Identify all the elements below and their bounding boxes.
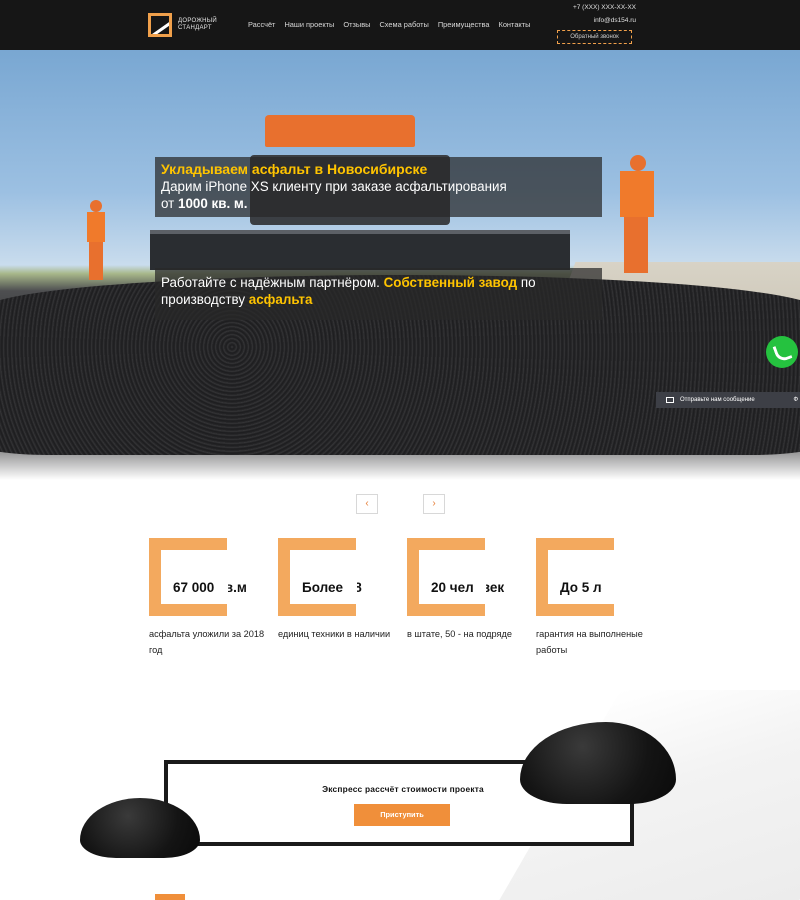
partner-prefix: Работайте с надёжным партнёром.	[161, 275, 384, 290]
hero-partner-text: Работайте с надёжным партнёром. Собствен…	[161, 274, 596, 308]
partner-highlight-asphalt: асфальта	[248, 292, 313, 307]
start-button[interactable]: Приступить	[354, 804, 450, 826]
whatsapp-icon[interactable]	[766, 336, 798, 368]
worker-figure-left	[85, 200, 107, 280]
chat-label-cut: Ф	[793, 397, 798, 403]
stat-card: 20 человек в штате, 50 - на подряде	[407, 538, 537, 642]
partner-highlight-factory: Собственный завод	[383, 275, 518, 290]
email-link[interactable]: info@ds154.ru	[546, 17, 636, 24]
nav-item-workflow[interactable]: Схема работы	[379, 20, 428, 29]
promo-line: Дарим iPhone XS клиенту при заказе асфал…	[161, 179, 507, 194]
logo-icon	[148, 13, 172, 37]
nav-item-contacts[interactable]: Контакты	[499, 20, 531, 29]
site-header: Дорожный стандарт Рассчёт Наши проекты О…	[0, 0, 800, 50]
callback-button[interactable]: Обратный звонок	[557, 30, 632, 44]
stat-value: 20 человек	[431, 580, 505, 595]
main-nav: Рассчёт Наши проекты Отзывы Схема работы…	[248, 20, 530, 29]
stat-description: гарантия на выполненые работы	[536, 629, 643, 655]
stat-frame: До 5 лет	[536, 538, 616, 616]
stat-card: 67 000 кв.м асфальта уложили за 2018 год	[149, 538, 279, 658]
chat-label: Отправьте нам сообщение	[680, 397, 755, 403]
stat-description: в штате, 50 - на подряде	[407, 629, 512, 639]
message-icon	[666, 397, 674, 403]
logo[interactable]: Дорожный стандарт	[148, 13, 230, 37]
logo-text: Дорожный стандарт	[178, 18, 218, 31]
hero-promo-box: Укладываем асфальт в Новосибирске Дарим …	[155, 157, 602, 217]
stat-value: 67 000 кв.м	[173, 580, 247, 595]
stat-value: Более 18	[302, 580, 362, 595]
promo-prefix: от	[161, 196, 179, 211]
stat-value: До 5 лет	[560, 580, 616, 595]
stat-frame: 20 человек	[407, 538, 504, 616]
header-contacts: +7 (XXX) XXX-XX-XX info@ds154.ru	[546, 4, 636, 24]
phone-link[interactable]: +7 (XXX) XXX-XX-XX	[546, 4, 636, 11]
nav-item-reviews[interactable]: Отзывы	[343, 20, 370, 29]
promo-area: 1000 кв. м.	[178, 196, 248, 211]
paver-screed	[150, 230, 570, 270]
hero-promo-text: Дарим iPhone XS клиенту при заказе асфал…	[161, 178, 596, 212]
stat-frame: 67 000 кв.м	[149, 538, 247, 616]
nav-item-projects[interactable]: Наши проекты	[284, 20, 334, 29]
section-marker	[155, 894, 185, 900]
nav-item-calc[interactable]: Рассчёт	[248, 20, 275, 29]
hero-partner-box: Работайте с надёжным партнёром. Собствен…	[155, 268, 602, 320]
hero-banner: Укладываем асфальт в Новосибирске Дарим …	[0, 50, 800, 480]
stat-description: асфальта уложили за 2018 год	[149, 629, 265, 655]
stat-frame: Более 18	[278, 538, 362, 616]
chat-widget-button[interactable]: Отправьте нам сообщение Ф	[656, 392, 800, 408]
hero-title: Укладываем асфальт в Новосибирске	[161, 161, 428, 177]
stat-description: единиц техники в наличии	[278, 629, 391, 639]
stat-card: Более 18 единиц техники в наличии	[278, 538, 408, 642]
paver-canopy	[265, 115, 415, 147]
worker-figure-right	[618, 155, 658, 275]
arrow-right-icon[interactable]: ›	[423, 494, 445, 514]
arrow-left-icon[interactable]: ‹	[356, 494, 378, 514]
stat-card: До 5 лет гарантия на выполненые работы	[536, 538, 666, 658]
nav-item-advantages[interactable]: Преимущества	[438, 20, 490, 29]
